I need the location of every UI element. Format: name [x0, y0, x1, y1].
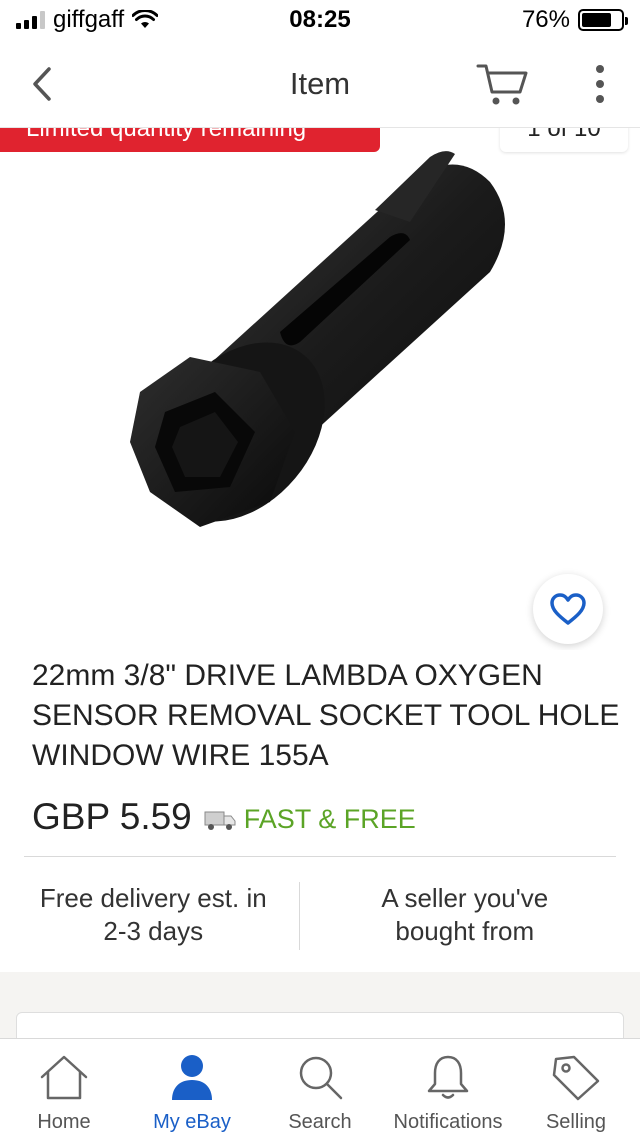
cart-icon	[476, 64, 528, 105]
tab-label: Search	[288, 1111, 352, 1133]
battery-fill	[582, 13, 611, 27]
tag-icon	[552, 1055, 600, 1101]
tab-label: Home	[37, 1111, 91, 1133]
product-image	[130, 151, 505, 527]
limited-quantity-badge: Limited quantity remaining	[0, 128, 380, 152]
home-icon	[40, 1055, 88, 1100]
tab-home[interactable]: Home	[0, 1039, 128, 1136]
status-left: giffgaff	[16, 6, 159, 34]
delivery-truck-icon	[204, 811, 236, 830]
item-price: GBP 5.59	[32, 796, 192, 837]
tab-icon-wrap	[292, 1051, 348, 1103]
more-dot	[596, 80, 604, 88]
delivery-estimate: Free delivery est. in 2-3 days	[39, 883, 267, 946]
seller-note: A seller you've bought from	[381, 883, 549, 946]
more-button[interactable]	[582, 60, 618, 108]
image-counter: 1 of 10	[500, 128, 628, 152]
tab-search[interactable]: Search	[256, 1039, 384, 1136]
cart-button[interactable]	[474, 58, 530, 110]
battery-icon	[578, 9, 628, 31]
add-to-watchlist-button[interactable]	[533, 574, 603, 644]
search-icon	[299, 1056, 343, 1100]
feature-columns: Free delivery est. in 2-3 days A seller …	[0, 882, 640, 950]
nav-bar: Item	[0, 40, 640, 128]
status-right: 76%	[521, 6, 628, 34]
carrier-label: giffgaff	[53, 6, 125, 33]
status-bar: giffgaff 08:25 76%	[0, 0, 640, 40]
more-dot	[596, 95, 604, 103]
battery-percent: 76%	[521, 6, 570, 33]
heart-icon	[550, 593, 586, 625]
tab-icon-wrap	[420, 1051, 476, 1103]
tab-icon-wrap	[36, 1051, 92, 1103]
tab-icon-wrap	[548, 1051, 604, 1103]
tab-icon-wrap	[164, 1051, 220, 1103]
signal-icon	[16, 11, 45, 29]
person-icon	[172, 1055, 212, 1100]
shipping-label: FAST & FREE	[243, 803, 416, 834]
tab-bar: Home My eBay Search Notifications Sellin…	[0, 1038, 640, 1136]
tab-label: My eBay	[153, 1111, 231, 1133]
status-time: 08:25	[289, 6, 351, 33]
wifi-icon	[132, 10, 159, 28]
bell-icon	[427, 1055, 469, 1099]
tab-label: Notifications	[393, 1111, 503, 1133]
image-gallery[interactable]: Limited quantity remaining 1 of 10	[0, 128, 640, 650]
page-title: Item	[289, 66, 351, 101]
tab-selling[interactable]: Selling	[512, 1039, 640, 1136]
tab-label: Selling	[545, 1111, 607, 1133]
divider	[24, 856, 616, 857]
item-title: 22mm 3/8" DRIVE LAMBDA OXYGEN SENSOR REM…	[32, 659, 620, 772]
price-row: GBP 5.59 FAST & FREE	[32, 796, 416, 838]
tab-notifications[interactable]: Notifications	[384, 1039, 512, 1136]
more-vertical-icon	[596, 65, 604, 73]
tab-my-ebay[interactable]: My eBay	[128, 1039, 256, 1136]
